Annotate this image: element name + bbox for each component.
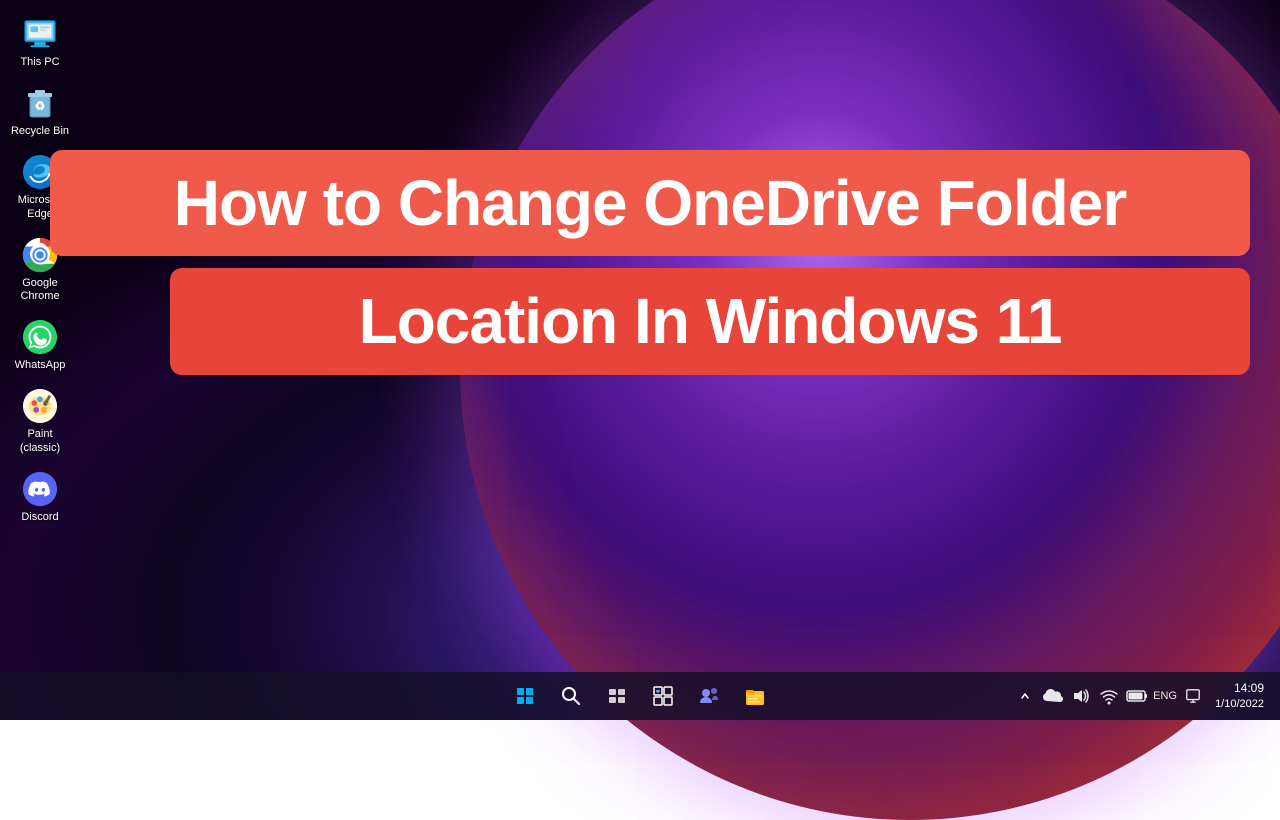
- display-tray-icon[interactable]: [1181, 684, 1205, 708]
- clock-display[interactable]: 14:09 1/10/2022: [1207, 680, 1272, 712]
- teams-button[interactable]: [688, 675, 730, 717]
- volume-tray-icon[interactable]: [1069, 684, 1093, 708]
- search-button[interactable]: [550, 675, 592, 717]
- paint-classic-icon-image: [20, 386, 60, 426]
- discord-icon[interactable]: Discord: [5, 465, 75, 528]
- task-view-button[interactable]: [596, 675, 638, 717]
- clock-date: 1/10/2022: [1215, 697, 1264, 712]
- discord-icon-image: [20, 469, 60, 509]
- taskbar-center-icons: [504, 675, 776, 717]
- svg-text:♻: ♻: [35, 99, 46, 113]
- paint-classic-icon[interactable]: Paint (classic): [5, 382, 75, 458]
- this-pc-label: This PC: [20, 56, 59, 69]
- system-tray: ENG: [1013, 684, 1205, 708]
- recycle-bin-icon[interactable]: ♻ Recycle Bin: [5, 79, 75, 142]
- start-button[interactable]: [504, 675, 546, 717]
- recycle-bin-label: Recycle Bin: [11, 125, 69, 138]
- this-pc-icon[interactable]: This PC: [5, 10, 75, 73]
- widgets-button[interactable]: [642, 675, 684, 717]
- taskbar: ENG 14:09 1/10/2022: [0, 672, 1280, 720]
- network-tray-icon[interactable]: [1097, 684, 1121, 708]
- battery-tray-icon[interactable]: [1125, 684, 1149, 708]
- banner-line1: How to Change OneDrive Folder: [50, 150, 1250, 256]
- banner-line2: Location In Windows 11: [170, 268, 1250, 374]
- onedrive-tray-icon[interactable]: [1041, 684, 1065, 708]
- tray-chevron-button[interactable]: [1013, 684, 1037, 708]
- language-tray-icon[interactable]: ENG: [1153, 684, 1177, 708]
- discord-label: Discord: [21, 511, 58, 524]
- taskbar-right: ENG 14:09 1/10/2022: [1013, 680, 1272, 712]
- recycle-bin-icon-image: ♻: [20, 83, 60, 123]
- paint-classic-label: Paint (classic): [9, 428, 71, 454]
- this-pc-icon-image: [20, 14, 60, 54]
- title-banners: How to Change OneDrive Folder Location I…: [50, 150, 1250, 375]
- file-explorer-button[interactable]: [734, 675, 776, 717]
- banner-text-line1: How to Change OneDrive Folder: [90, 168, 1210, 238]
- banner-text-line2: Location In Windows 11: [210, 286, 1210, 356]
- clock-time: 14:09: [1215, 680, 1264, 697]
